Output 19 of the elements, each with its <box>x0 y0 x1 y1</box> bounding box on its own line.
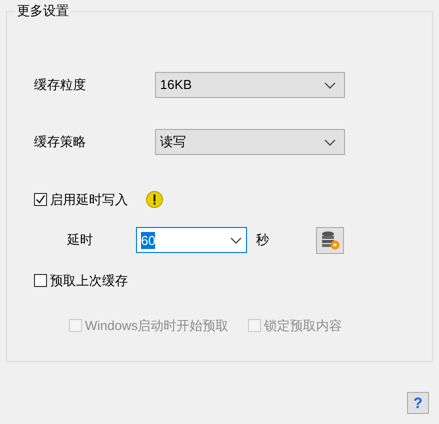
chevron-down-icon <box>230 236 242 244</box>
field-label: 缓存粒度 <box>34 76 87 94</box>
warning-icon <box>146 191 163 208</box>
unit-label: 秒 <box>256 231 269 250</box>
dropdown[interactable]: 16KB <box>155 72 345 98</box>
group-title: 更多设置 <box>15 3 71 19</box>
delay-label: 延时 <box>67 231 94 250</box>
help-button[interactable]: ? <box>407 392 429 414</box>
prefetch-checkbox-label[interactable]: 预取上次缓存 <box>34 270 432 290</box>
chevron-down-icon <box>324 138 336 146</box>
delayed-write-checkbox-label[interactable]: 启用延时写入 <box>34 190 128 210</box>
database-gear-icon <box>320 230 340 250</box>
chevron-down-icon <box>324 82 336 88</box>
checkbox[interactable] <box>34 274 47 287</box>
checkbox[interactable] <box>34 193 47 206</box>
delay-combo[interactable]: 60 <box>136 227 247 253</box>
dropdown[interactable]: 读写 <box>155 129 345 155</box>
database-settings-button[interactable] <box>316 226 344 254</box>
field-label: 缓存策略 <box>34 133 87 152</box>
